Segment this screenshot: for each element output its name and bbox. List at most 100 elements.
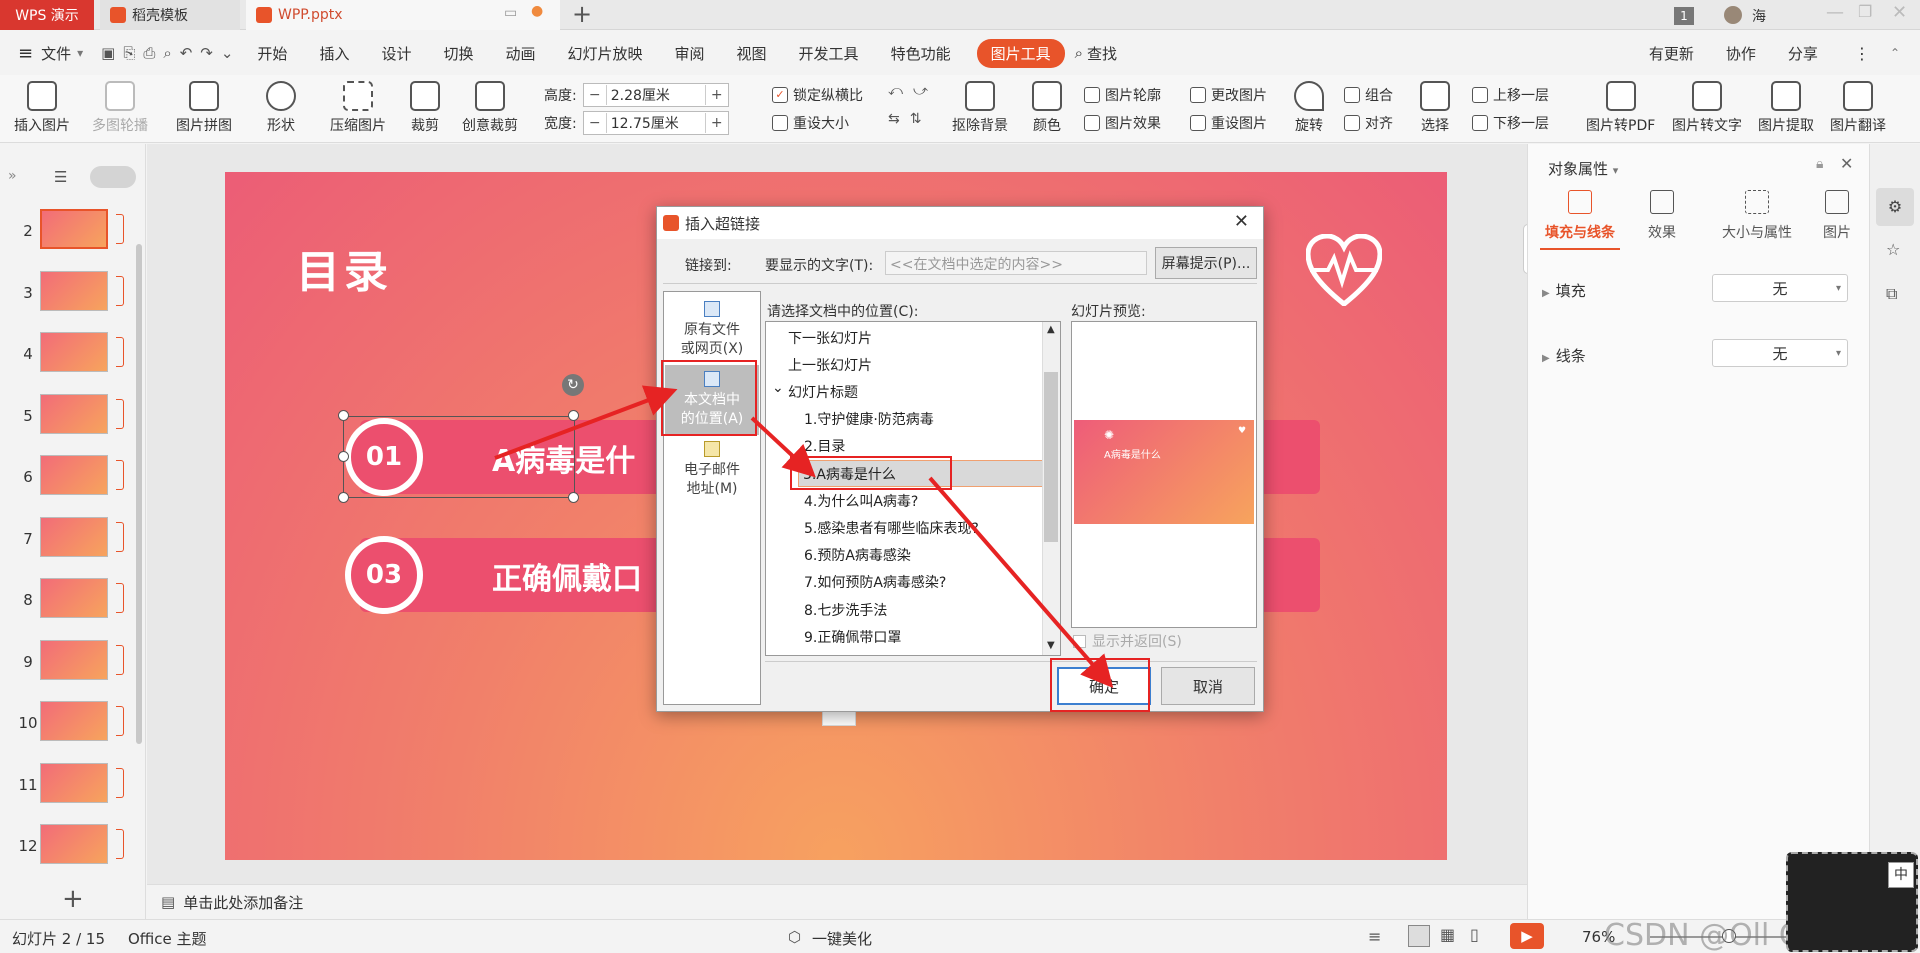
menu-special[interactable]: 特色功能: [875, 43, 967, 64]
height-stepper[interactable]: −2.28厘米 +: [582, 83, 729, 107]
picture-to-pdf-button[interactable]: 图片转PDF: [1586, 81, 1655, 135]
thumbnail-view-toggle[interactable]: [90, 166, 136, 188]
width-stepper[interactable]: −12.75厘米 +: [582, 111, 729, 135]
menu-animation[interactable]: 动画: [489, 43, 551, 64]
expand-chevron-icon[interactable]: ⌄: [772, 380, 784, 396]
fill-select[interactable]: 无 ▾: [1712, 274, 1848, 302]
plus-icon[interactable]: +: [706, 115, 728, 131]
location-item[interactable]: 6.预防A病毒感染: [766, 542, 1056, 569]
page-badge[interactable]: 1: [1674, 7, 1694, 25]
plus-icon[interactable]: +: [706, 87, 728, 103]
slide-thumbnail[interactable]: 4: [0, 329, 146, 379]
resize-handle[interactable]: [568, 410, 579, 421]
display-text-input[interactable]: <<在文档中选定的内容>>: [885, 251, 1147, 275]
thumbnail-image[interactable]: [40, 455, 108, 495]
height-value[interactable]: 2.28厘米: [605, 85, 706, 105]
menu-picture-tools[interactable]: 图片工具: [976, 38, 1065, 68]
collapse-panel-icon[interactable]: »: [8, 168, 17, 184]
slide-thumbnail[interactable]: 8: [0, 575, 146, 625]
select-button[interactable]: 选择: [1420, 81, 1450, 135]
slide-thumbnail[interactable]: 9: [0, 637, 146, 687]
collab-button[interactable]: 协作: [1710, 43, 1772, 64]
play-slideshow-icon[interactable]: ▶: [1510, 923, 1544, 949]
scroll-down-icon[interactable]: ▼: [1047, 640, 1055, 651]
rotate-handle-icon[interactable]: ↻: [562, 374, 584, 396]
menu-insert[interactable]: 插入: [303, 43, 365, 64]
notes-toggle-icon[interactable]: ≡: [1368, 927, 1381, 946]
picture-collage-button[interactable]: 图片拼图: [176, 81, 232, 135]
picture-to-text-button[interactable]: 图片转文字: [1672, 81, 1742, 135]
location-item[interactable]: 8.七步洗手法: [766, 596, 1056, 623]
resize-handle[interactable]: [338, 451, 349, 462]
lock-ratio-checkbox[interactable]: ✓ 锁定纵横比: [772, 85, 863, 105]
location-item[interactable]: 1.守护健康·防范病毒: [766, 406, 1056, 433]
dialog-close-icon[interactable]: ✕: [1234, 211, 1249, 232]
thumbnail-image[interactable]: [40, 762, 108, 803]
slide-thumbnail[interactable]: 12: [0, 821, 146, 871]
slide-thumbnail[interactable]: 5: [0, 391, 146, 441]
picture-extract-button[interactable]: 图片提取: [1758, 81, 1814, 135]
slide-thumbnail[interactable]: 6: [0, 452, 146, 502]
location-item[interactable]: 上一张幻灯片: [766, 351, 1056, 378]
scroll-up-icon[interactable]: ▲: [1047, 324, 1055, 335]
properties-sliders-icon[interactable]: ⚙: [1876, 188, 1914, 226]
slide-title[interactable]: 目录: [296, 236, 392, 300]
location-item[interactable]: 4.为什么叫A病毒?: [766, 487, 1056, 514]
monitor-icon[interactable]: ▭: [504, 5, 517, 21]
minus-icon[interactable]: −: [584, 115, 606, 131]
hamburger-icon[interactable]: ≡: [18, 43, 33, 64]
ime-pet-widget[interactable]: 中: [1786, 852, 1918, 952]
location-item[interactable]: 7.如何预防A病毒感染?: [766, 569, 1056, 596]
expand-arrow-icon[interactable]: ▶: [1542, 353, 1550, 364]
menu-review[interactable]: 审阅: [659, 43, 721, 64]
picture-effect-button[interactable]: 图片效果: [1084, 113, 1161, 133]
thumbnail-image[interactable]: [40, 209, 108, 249]
tab-effect[interactable]: 效果: [1632, 190, 1692, 242]
theme-name[interactable]: Office 主题: [128, 928, 207, 949]
location-item[interactable]: 5.感染患者有哪些临床表现?: [766, 514, 1056, 541]
minimize-icon[interactable]: —: [1826, 2, 1844, 23]
link-email[interactable]: 电子邮件 地址(M): [665, 435, 759, 505]
location-scrollbar[interactable]: ▲ ▼: [1042, 322, 1060, 655]
collapse-ribbon-icon[interactable]: ⌃: [1890, 46, 1900, 60]
tab-picture[interactable]: 图片: [1812, 190, 1862, 242]
new-tab-button[interactable]: +: [572, 0, 592, 28]
screen-tip-button[interactable]: 屏幕提示(P)...: [1155, 247, 1257, 279]
quick-access-icons[interactable]: ▣⎘⎙⌕↶↷⌄: [101, 44, 241, 62]
chevron-down-icon[interactable]: ▾: [1613, 164, 1619, 177]
wps-app-tab[interactable]: WPS 演示: [0, 0, 94, 30]
avatar[interactable]: [1724, 6, 1742, 24]
one-click-beautify-button[interactable]: 一键美化: [812, 928, 872, 949]
shape-button[interactable]: 形状: [266, 81, 296, 135]
star-animation-icon[interactable]: ☆: [1886, 240, 1900, 259]
slide-thumbnail[interactable]: 7: [0, 514, 146, 564]
location-item[interactable]: 9.正确佩带口罩: [766, 623, 1056, 650]
chevron-down-icon[interactable]: ▾: [77, 46, 83, 60]
lock-icon[interactable]: 🔒︎: [1816, 156, 1823, 172]
expand-arrow-icon[interactable]: ▶: [1542, 288, 1550, 299]
reset-picture-button[interactable]: 重设图片: [1190, 113, 1267, 133]
close-icon[interactable]: ✕: [1840, 154, 1853, 173]
more-icon[interactable]: ⋮: [1854, 44, 1870, 63]
flip-mini-icons[interactable]: ⇆⇅: [888, 111, 931, 127]
location-item[interactable]: 下一张幻灯片: [766, 324, 1056, 351]
compress-picture-button[interactable]: 压缩图片: [330, 81, 386, 135]
menu-view[interactable]: 视图: [721, 43, 783, 64]
link-existing-file[interactable]: 原有文件 或网页(X): [665, 295, 759, 365]
resize-handle[interactable]: [338, 492, 349, 503]
menu-developer[interactable]: 开发工具: [783, 43, 875, 64]
width-value[interactable]: 12.75厘米: [605, 113, 706, 133]
search-icon[interactable]: ⌕: [1075, 44, 1083, 62]
menu-slideshow[interactable]: 幻灯片放映: [552, 43, 659, 64]
rotate-button[interactable]: 旋转: [1294, 81, 1324, 135]
bring-forward-button[interactable]: 上移一层: [1472, 85, 1549, 105]
slide-thumbnail[interactable]: 3: [0, 268, 146, 318]
share-button[interactable]: 分享: [1772, 43, 1834, 64]
tab-fill-line[interactable]: 填充与线条: [1540, 190, 1620, 242]
insert-picture-button[interactable]: 插入图片: [14, 81, 70, 135]
transform-icon[interactable]: ⧉: [1886, 284, 1897, 304]
add-slide-button[interactable]: +: [62, 884, 84, 914]
tab-size-properties[interactable]: 大小与属性: [1712, 190, 1802, 242]
menu-home[interactable]: 开始: [241, 43, 303, 64]
reset-size-button[interactable]: 重设大小: [772, 113, 849, 133]
